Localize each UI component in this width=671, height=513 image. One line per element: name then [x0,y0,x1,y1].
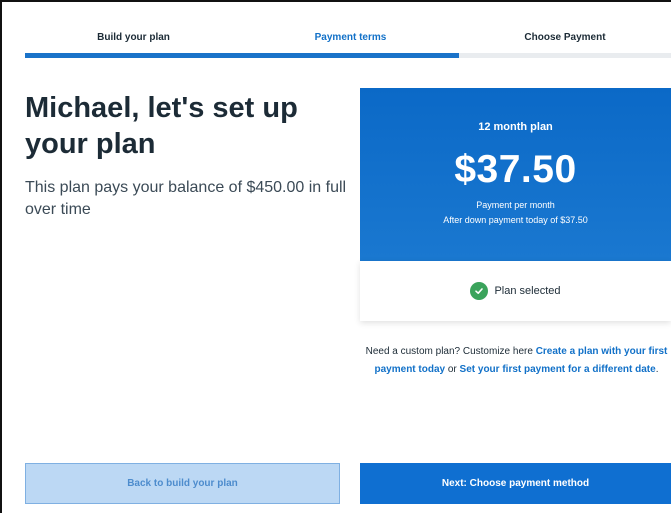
plan-price: $37.50 [454,148,577,191]
page-title: Michael, let's set up your plan [25,92,298,160]
custom-plan-prefix: Need a custom plan? Customize here [365,346,536,357]
balance-description: This plan pays your balance of $450.00 i… [25,179,347,218]
plan-frequency: Payment per month [476,200,555,210]
set-first-payment-date-link[interactable]: Set your first payment for a different d… [460,364,656,375]
step-payment-terms[interactable]: Payment terms [242,22,459,52]
plan-selected-label: Plan selected [494,285,561,297]
step-choose-payment[interactable]: Choose Payment [459,22,671,52]
custom-plan-text: Need a custom plan? Customize here Creat… [362,343,671,379]
progress-bar-complete [25,53,459,58]
next-button[interactable]: Next: Choose payment method [360,463,671,504]
check-circle-icon [470,282,489,300]
plan-selected-status: Plan selected [360,261,671,321]
back-button[interactable]: Back to build your plan [25,463,340,504]
custom-plan-or: or [445,364,460,375]
plan-card[interactable]: 12 month plan $37.50 Payment per month A… [360,88,671,261]
progress-bar-remaining [459,53,671,58]
progress-stepper: Build your plan Payment terms Choose Pay… [25,22,671,58]
plan-name: 12 month plan [478,121,553,133]
custom-plan-suffix: . [655,364,659,375]
step-build-plan[interactable]: Build your plan [25,22,242,52]
plan-down-payment: After down payment today of $37.50 [443,215,588,225]
